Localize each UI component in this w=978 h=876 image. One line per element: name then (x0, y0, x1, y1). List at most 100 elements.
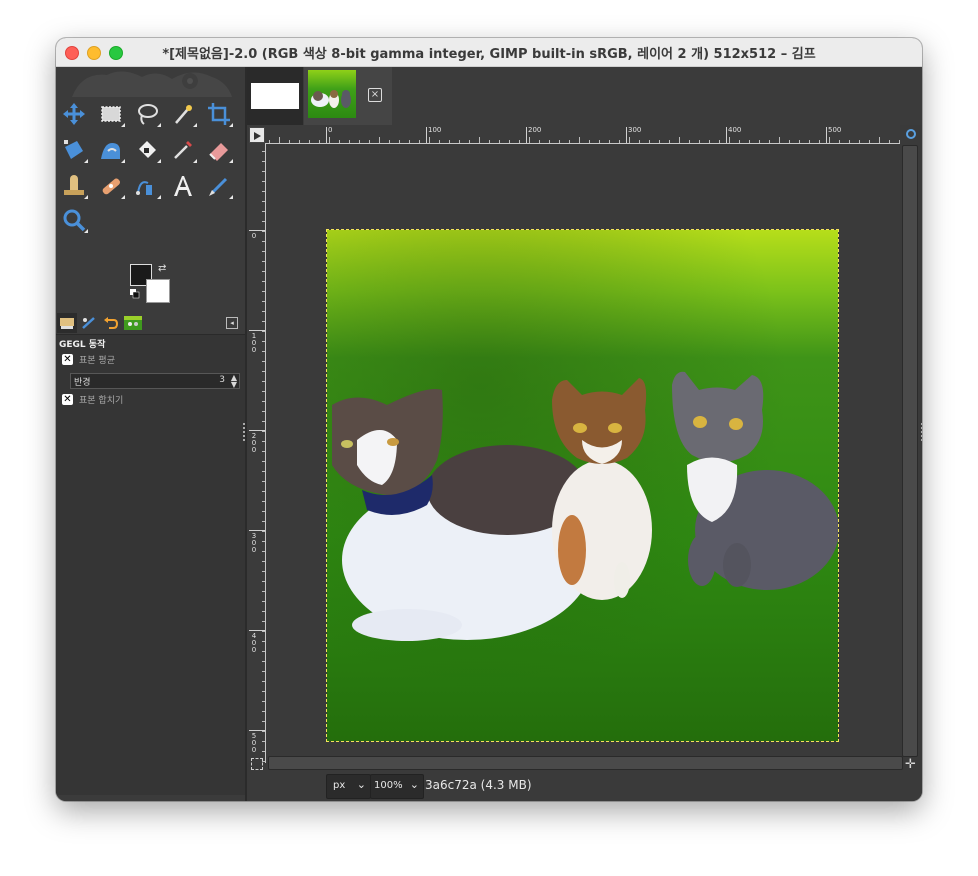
sample-average-checkbox[interactable]: ✕ (62, 353, 73, 365)
image-tab-blank[interactable] (247, 67, 303, 125)
tool-group-indicator (157, 195, 161, 199)
tool-group-indicator (121, 159, 125, 163)
ruler-h-minor-tick (629, 137, 630, 143)
ruler-h-minor-tick (539, 140, 540, 143)
ruler-h-label: 0 (328, 126, 333, 134)
ruler-v-minor-tick (262, 681, 265, 682)
ruler-v-minor-tick (262, 731, 265, 732)
sample-average-row[interactable]: ✕ 표본 평균 (62, 352, 115, 366)
warp-transform-tool-button[interactable] (96, 135, 126, 165)
ruler-v-minor-tick (262, 481, 265, 482)
horizontal-scrollbar[interactable] (268, 756, 903, 770)
text-tool-button[interactable] (168, 171, 198, 201)
unified-transform-tool-button[interactable] (59, 135, 89, 165)
ruler-h-minor-tick (869, 140, 870, 143)
ruler-v-label: 5 0 0 (251, 732, 257, 754)
crop-tool-button[interactable] (204, 99, 234, 129)
tool-group-indicator (157, 159, 161, 163)
sample-merged-label: 표본 합치기 (79, 395, 124, 406)
left-grip[interactable] (243, 423, 248, 441)
ruler-h-minor-tick (569, 140, 570, 143)
tab-tool-options[interactable] (57, 313, 77, 333)
ruler-h-minor-tick (749, 140, 750, 143)
dock-menu-button[interactable]: ◂ (226, 317, 238, 329)
right-grip[interactable] (921, 423, 922, 441)
ruler-v-minor-tick (262, 501, 265, 502)
tab-brushes[interactable] (79, 313, 99, 333)
ruler-v-minor-tick (262, 311, 265, 312)
vertical-scrollbar[interactable] (902, 145, 918, 757)
clone-tool-button[interactable] (59, 171, 89, 201)
ruler-v-minor-tick (262, 231, 265, 232)
zoom-dropdown[interactable]: 100% ⌄ (370, 774, 424, 799)
status-bar: px ⌄ 100% ⌄ 3a6c72a (4.3 MB) (247, 771, 922, 801)
image-tab-bar: × (247, 67, 922, 126)
heal-tool-button[interactable] (96, 171, 126, 201)
ruler-v-minor-tick (262, 161, 265, 162)
quick-mask-toggle[interactable] (251, 758, 263, 770)
tab-images[interactable] (123, 313, 143, 333)
default-colors-icon[interactable] (130, 289, 140, 299)
horizontal-ruler[interactable]: 0 100 200 300 400 500 (265, 125, 900, 144)
paintbrush-tool-button[interactable] (204, 171, 234, 201)
ruler-h-minor-tick (439, 140, 440, 143)
ruler-h-minor-tick (449, 140, 450, 143)
ruler-h-minor-tick (669, 140, 670, 143)
unit-dropdown[interactable]: px ⌄ (326, 774, 371, 799)
tab-undo-history[interactable] (101, 313, 121, 333)
zoom-window-button[interactable] (109, 46, 123, 60)
move-tool-button[interactable] (59, 99, 89, 129)
cats-thumbnail-art (311, 90, 351, 108)
tool-group-indicator (229, 195, 233, 199)
background-color-swatch[interactable] (146, 279, 170, 303)
eraser-tool-button[interactable] (204, 135, 234, 165)
ruler-v-minor-tick (262, 521, 265, 522)
ruler-h-minor-tick (609, 140, 610, 143)
ruler-v-minor-tick (262, 551, 265, 552)
navigate-crosshair-icon[interactable]: ✛ (905, 757, 916, 772)
zoom-tool-button[interactable] (59, 205, 89, 235)
ruler-v-minor-tick (262, 201, 265, 202)
image-tab-cats[interactable]: × (304, 67, 392, 125)
images-icon (124, 316, 142, 330)
navigate-icon[interactable] (906, 129, 916, 139)
rect-select-tool-button[interactable] (96, 99, 126, 129)
ruler-v-minor-tick (262, 541, 265, 542)
tool-group-indicator (84, 195, 88, 199)
tool-group-indicator (229, 123, 233, 127)
ruler-h-minor-tick (819, 140, 820, 143)
spin-arrows-icon[interactable]: ▲ ▼ (231, 374, 237, 389)
ruler-h-minor-tick (829, 137, 830, 143)
ruler-h-tick (626, 127, 627, 143)
ruler-h-minor-tick (659, 140, 660, 143)
ruler-h-minor-tick (359, 140, 360, 143)
fuzzy-select-tool-button[interactable] (168, 99, 198, 129)
ruler-h-minor-tick (409, 140, 410, 143)
ruler-h-minor-tick (499, 140, 500, 143)
ruler-h-minor-tick (299, 140, 300, 143)
ruler-v-minor-tick (262, 271, 265, 272)
minimize-window-button[interactable] (87, 46, 101, 60)
tool-options-panel: GEGL 동작 ✕ 표본 평균 반경 3 ▲ ▼ ✕ 표본 합치기 (56, 334, 245, 795)
sample-merged-checkbox[interactable]: ✕ (62, 393, 73, 405)
swap-colors-icon[interactable]: ⇄ (158, 263, 166, 274)
ruler-h-minor-tick (329, 137, 330, 143)
canvas-image[interactable] (326, 229, 839, 742)
sample-merged-row[interactable]: ✕ 표본 합치기 (62, 392, 123, 406)
paths-tool-button[interactable] (132, 171, 162, 201)
close-window-button[interactable] (65, 46, 79, 60)
color-picker-tool-button[interactable] (168, 135, 198, 165)
undo-history-icon (104, 317, 119, 329)
tool-group-indicator (193, 159, 197, 163)
ruler-h-minor-tick (689, 140, 690, 143)
radius-spinbox[interactable]: 반경 3 ▲ ▼ (70, 373, 240, 389)
dock-tab-bar: ◂ (56, 312, 245, 334)
ruler-v-minor-tick (262, 511, 265, 512)
ruler-v-minor-tick (262, 301, 265, 302)
ruler-h-label: 100 (428, 126, 442, 134)
free-select-tool-button[interactable] (132, 99, 162, 129)
ruler-menu-button[interactable] (249, 127, 265, 143)
close-image-tab-icon[interactable]: × (368, 88, 382, 102)
bucket-fill-tool-button[interactable] (132, 135, 162, 165)
vertical-ruler[interactable]: 0 1 0 0 2 0 0 3 0 0 4 0 0 5 0 0 (247, 143, 266, 763)
